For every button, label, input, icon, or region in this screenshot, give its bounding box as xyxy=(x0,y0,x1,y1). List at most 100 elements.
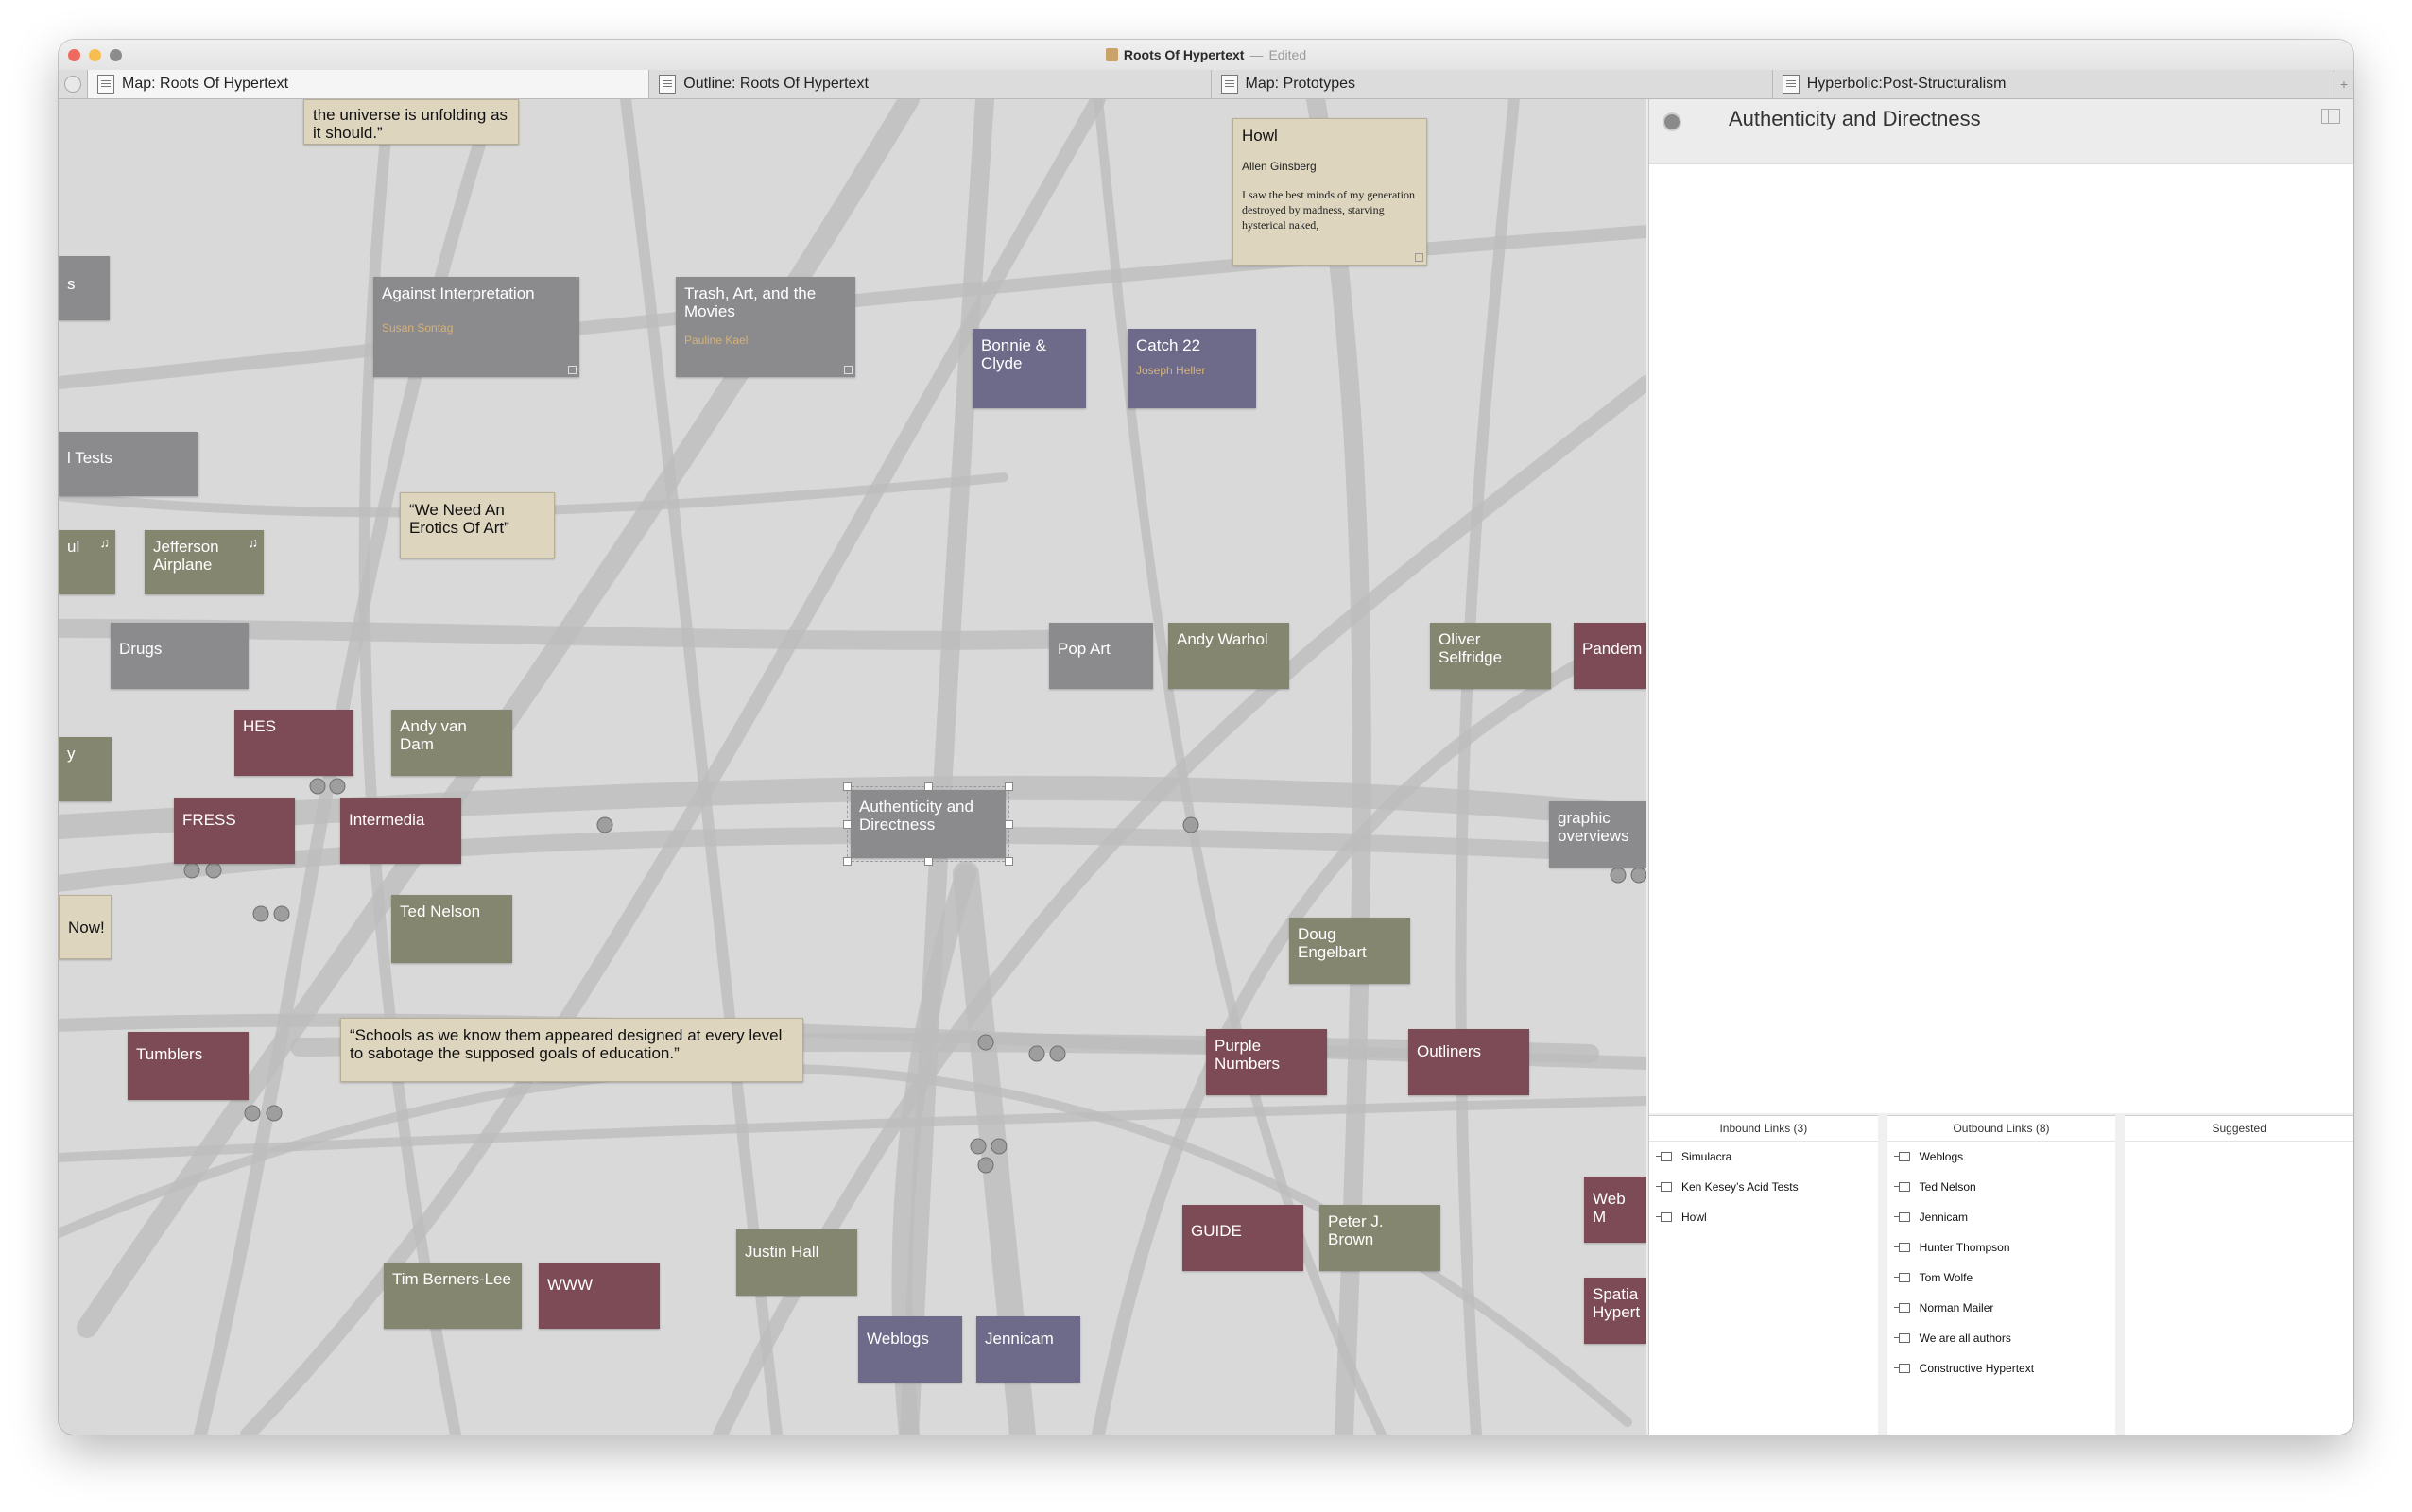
note-s[interactable]: s xyxy=(59,256,110,320)
note-title-field[interactable]: Authenticity and Directness xyxy=(1729,107,1981,131)
note-title: Jefferson Airplane xyxy=(153,538,219,574)
note-title: Doug Engelbart xyxy=(1298,925,1367,961)
note-weblogs[interactable]: Weblogs xyxy=(858,1316,962,1383)
note-bonnie-clyde[interactable]: Bonnie & Clyde xyxy=(973,329,1086,408)
link-label: Jennicam xyxy=(1919,1211,1969,1224)
new-tab-button[interactable]: + xyxy=(2334,70,2353,98)
link-label: Howl xyxy=(1681,1211,1707,1224)
note-howl[interactable]: Howl Allen Ginsberg I saw the best minds… xyxy=(1232,118,1427,266)
outbound-link-item[interactable]: Jennicam xyxy=(1887,1202,2116,1232)
note-title: Intermedia xyxy=(349,811,425,829)
note-spatial-hypertext[interactable]: Spatia Hypert xyxy=(1584,1278,1646,1344)
note-schools-quote[interactable]: “Schools as we know them appeared design… xyxy=(340,1018,803,1082)
links-browser: Inbound Links (3) Simulacra Ken Kesey’s … xyxy=(1649,1113,2353,1435)
link-label: Simulacra xyxy=(1681,1150,1732,1163)
map-canvas[interactable]: the universe is unfolding as it should.”… xyxy=(59,99,1646,1435)
inbound-link-item[interactable]: Simulacra xyxy=(1649,1142,1878,1172)
outbound-link-item[interactable]: Norman Mailer xyxy=(1887,1293,2116,1323)
note-title: Pandem xyxy=(1582,640,1643,658)
edited-status: Edited xyxy=(1268,47,1307,62)
note-fress[interactable]: FRESS xyxy=(174,798,295,864)
note-badge-icon[interactable] xyxy=(1663,112,1681,131)
resize-handle-icon[interactable] xyxy=(568,366,577,374)
selection-handle-right[interactable] xyxy=(1005,820,1013,829)
close-window-button[interactable] xyxy=(68,49,80,61)
note-jefferson-airplane[interactable]: Jefferson Airplane ♫ xyxy=(145,530,264,594)
note-title: Outliners xyxy=(1417,1042,1482,1060)
note-authenticity-directness[interactable]: Authenticity and Directness xyxy=(843,782,1013,866)
note-universe-quote[interactable]: the universe is unfolding as it should.” xyxy=(303,99,519,145)
note-title: GUIDE xyxy=(1191,1222,1242,1240)
selection-handle-bottom-left[interactable] xyxy=(843,857,852,866)
link-icon xyxy=(1893,1364,1910,1373)
note-text: s xyxy=(67,275,76,293)
selection-handle-top-left[interactable] xyxy=(843,782,852,791)
note-hes[interactable]: HES xyxy=(234,710,353,776)
selection-handle-top-right[interactable] xyxy=(1005,782,1013,791)
link-icon xyxy=(1893,1182,1910,1192)
selection-handle-top[interactable] xyxy=(924,782,933,791)
outbound-link-item[interactable]: Hunter Thompson xyxy=(1887,1232,2116,1263)
note-web-m[interactable]: Web M xyxy=(1584,1177,1646,1243)
outbound-link-item[interactable]: We are all authors xyxy=(1887,1323,2116,1353)
outbound-link-item[interactable]: Weblogs xyxy=(1887,1142,2116,1172)
note-www[interactable]: WWW xyxy=(539,1263,660,1329)
note-title: Web M xyxy=(1593,1190,1626,1226)
selection-handle-bottom[interactable] xyxy=(924,857,933,866)
inbound-links-header: Inbound Links (3) xyxy=(1649,1116,1878,1142)
inbound-links-column: Inbound Links (3) Simulacra Ken Kesey’s … xyxy=(1649,1115,1878,1435)
resize-handle-icon[interactable] xyxy=(1415,253,1423,262)
note-y[interactable]: y xyxy=(59,737,112,801)
resize-handle-icon[interactable] xyxy=(844,366,853,374)
tab-hyperbolic[interactable]: Hyperbolic:Post-Structuralism xyxy=(1771,70,2334,98)
zoom-window-button[interactable] xyxy=(110,49,122,61)
note-graphic-overviews[interactable]: graphic overviews xyxy=(1549,801,1646,868)
tab-outline-roots[interactable]: Outline: Roots Of Hypertext xyxy=(648,70,1210,98)
note-against-interpretation[interactable]: Against Interpretation Susan Sontag xyxy=(373,277,579,377)
inbound-link-item[interactable]: Howl xyxy=(1649,1202,1878,1232)
note-text-editor[interactable] xyxy=(1649,164,2353,1113)
note-trash-art[interactable]: Trash, Art, and the Movies Pauline Kael xyxy=(676,277,855,377)
note-text: “Schools as we know them appeared design… xyxy=(350,1026,783,1062)
note-ul[interactable]: ul ♫ xyxy=(59,530,115,594)
note-erotics-of-art[interactable]: “We Need An Erotics Of Art” xyxy=(400,492,555,558)
note-title: Oliver Selfridge xyxy=(1439,630,1503,666)
note-author: Pauline Kael xyxy=(684,334,749,347)
minimize-window-button[interactable] xyxy=(89,49,101,61)
note-tests[interactable]: l Tests xyxy=(59,432,198,496)
note-peter-brown[interactable]: Peter J. Brown xyxy=(1319,1205,1440,1271)
link-icon xyxy=(1656,1152,1672,1161)
note-now[interactable]: Now! xyxy=(59,895,112,959)
outbound-link-item[interactable]: Tom Wolfe xyxy=(1887,1263,2116,1293)
inbound-link-item[interactable]: Ken Kesey’s Acid Tests xyxy=(1649,1172,1878,1202)
tab-map-roots[interactable]: Map: Roots Of Hypertext xyxy=(87,70,649,98)
note-andy-warhol[interactable]: Andy Warhol xyxy=(1168,623,1289,689)
note-purple-numbers[interactable]: Purple Numbers xyxy=(1206,1029,1327,1095)
text-pane: Authenticity and Directness Inbound Link… xyxy=(1648,99,2353,1435)
tab-label: Map: Prototypes xyxy=(1245,76,1356,92)
note-guide[interactable]: GUIDE xyxy=(1182,1205,1303,1271)
outbound-link-item[interactable]: Ted Nelson xyxy=(1887,1172,2116,1202)
note-ted-nelson[interactable]: Ted Nelson xyxy=(391,895,512,963)
note-pop-art[interactable]: Pop Art xyxy=(1049,623,1153,689)
selection-handle-bottom-right[interactable] xyxy=(1005,857,1013,866)
note-justin-hall[interactable]: Justin Hall xyxy=(736,1229,857,1296)
note-doug-engelbart[interactable]: Doug Engelbart xyxy=(1289,918,1410,984)
note-tumblers[interactable]: Tumblers xyxy=(128,1032,249,1100)
outbound-link-item[interactable]: Constructive Hypertext xyxy=(1887,1353,2116,1383)
table-view-icon[interactable] xyxy=(2321,109,2340,124)
note-catch-22[interactable]: Catch 22 Joseph Heller xyxy=(1128,329,1256,408)
selection-handle-left[interactable] xyxy=(843,820,852,829)
tab-map-prototypes[interactable]: Map: Prototypes xyxy=(1210,70,1772,98)
tab-close-control[interactable] xyxy=(59,70,87,98)
outbound-links-column: Outbound Links (8) Weblogs Ted Nelson Je… xyxy=(1887,1115,2116,1435)
note-andy-van-dam[interactable]: Andy van Dam xyxy=(391,710,512,776)
note-tim-berners-lee[interactable]: Tim Berners-Lee xyxy=(384,1263,522,1329)
note-jennicam[interactable]: Jennicam xyxy=(976,1316,1080,1383)
text-pane-header: Authenticity and Directness xyxy=(1649,99,2353,164)
note-intermedia[interactable]: Intermedia xyxy=(340,798,461,864)
note-drugs[interactable]: Drugs xyxy=(111,623,249,689)
note-pandem[interactable]: Pandem xyxy=(1574,623,1646,689)
note-oliver-selfridge[interactable]: Oliver Selfridge xyxy=(1430,623,1551,689)
note-outliners[interactable]: Outliners xyxy=(1408,1029,1529,1095)
